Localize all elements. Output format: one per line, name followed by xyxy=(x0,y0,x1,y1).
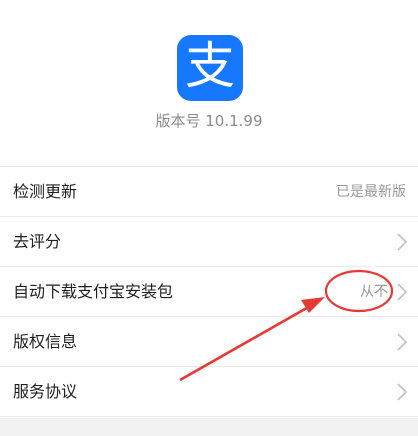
chevron-right-icon xyxy=(397,383,408,401)
settings-item-check-update[interactable]: 检测更新 已是最新版 xyxy=(0,167,418,217)
alipay-app-icon: 支 xyxy=(177,35,243,101)
settings-item-value: 已是最新版 xyxy=(336,184,406,200)
settings-list: 检测更新 已是最新版 去评分 自动下载支付宝安装包 从不 版权信息 服务协议 xyxy=(0,167,418,417)
settings-item-rate[interactable]: 去评分 xyxy=(0,217,418,267)
chevron-right-icon xyxy=(397,333,408,351)
chevron-right-icon xyxy=(397,233,408,251)
version-label: 版本号 10.1.99 xyxy=(155,112,263,130)
settings-item-auto-download[interactable]: 自动下载支付宝安装包 从不 xyxy=(0,267,418,317)
settings-item-label: 去评分 xyxy=(13,232,62,251)
settings-item-label: 服务协议 xyxy=(13,382,78,401)
chevron-right-icon xyxy=(397,283,408,301)
app-icon-glyph: 支 xyxy=(185,37,235,95)
settings-item-copyright[interactable]: 版权信息 xyxy=(0,317,418,367)
settings-item-value: 从不 xyxy=(360,284,388,300)
bottom-spacer xyxy=(0,418,418,436)
settings-item-label: 版权信息 xyxy=(13,332,78,351)
settings-item-service-agreement[interactable]: 服务协议 xyxy=(0,367,418,417)
settings-item-label: 自动下载支付宝安装包 xyxy=(13,282,174,301)
app-info-section: 支 版本号 10.1.99 xyxy=(0,0,418,166)
settings-item-label: 检测更新 xyxy=(13,182,78,201)
